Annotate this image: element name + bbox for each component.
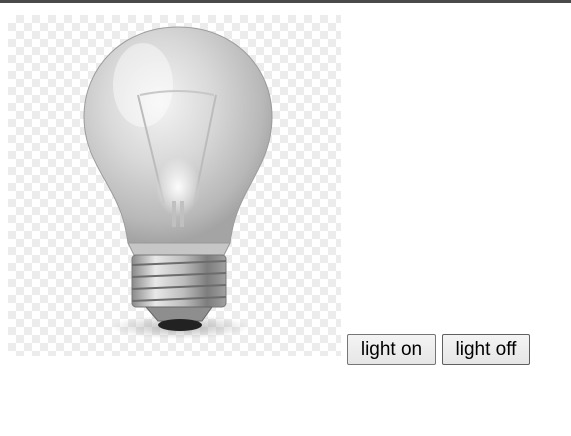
window-top-border [0, 0, 571, 3]
light-bulb-image [8, 15, 341, 356]
light-off-button[interactable]: light off [442, 334, 530, 365]
light-on-button[interactable]: light on [347, 334, 436, 365]
light-bulb-icon [83, 26, 273, 339]
